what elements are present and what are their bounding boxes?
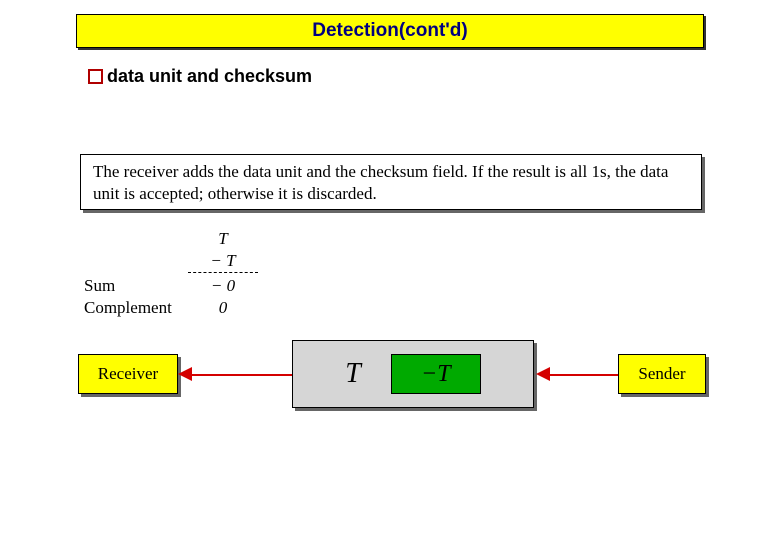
slide-title-bar: Detection(cont'd): [76, 14, 704, 48]
arrow-right-head-icon: [536, 367, 550, 381]
calculation-block: T − T Sum− 0 Complement0: [78, 228, 258, 319]
calc-t: T: [188, 228, 258, 250]
receiver-box: Receiver: [78, 354, 178, 394]
sender-label: Sender: [638, 364, 685, 384]
bullet-text: data unit and checksum: [107, 66, 312, 87]
bullet-row: data unit and checksum: [88, 66, 312, 87]
packet-neg-t-box: −T: [391, 354, 481, 394]
packet-neg-t: −T: [421, 361, 451, 388]
flow-diagram: Receiver T −T Sender: [78, 340, 706, 424]
slide-title: Detection(cont'd): [312, 20, 467, 42]
receiver-label: Receiver: [98, 364, 158, 384]
square-bullet-icon: [88, 69, 103, 84]
packet-t: T: [345, 358, 361, 390]
packet-box: T −T: [292, 340, 534, 408]
rule-box: The receiver adds the data unit and the …: [80, 154, 702, 210]
calc-minus-t: − T: [188, 250, 258, 273]
calc-sum-val: − 0: [188, 275, 258, 297]
calc-complement-label: Complement: [78, 297, 188, 319]
sender-box: Sender: [618, 354, 706, 394]
calc-complement-val: 0: [188, 297, 258, 319]
arrow-right-line: [550, 374, 618, 376]
calc-sum-label: Sum: [78, 275, 188, 297]
arrow-left-head-icon: [178, 367, 192, 381]
rule-text: The receiver adds the data unit and the …: [93, 162, 668, 203]
arrow-left-line: [192, 374, 292, 376]
